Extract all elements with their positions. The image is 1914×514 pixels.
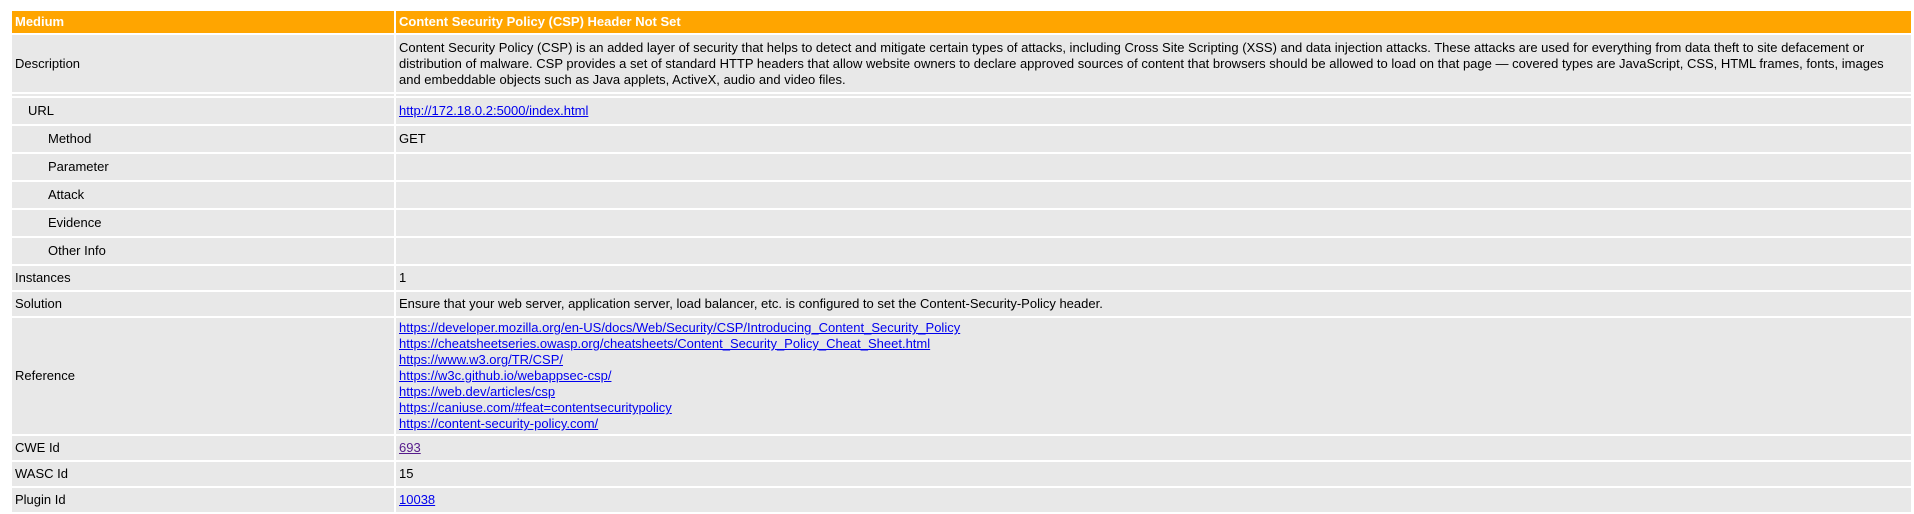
evidence-row: Evidence: [12, 210, 1911, 236]
attack-label: Attack: [12, 182, 394, 208]
method-label: Method: [12, 126, 394, 152]
instances-value: 1: [396, 266, 1911, 290]
plugin-label: Plugin Id: [12, 488, 394, 512]
risk-level: Medium: [12, 11, 394, 33]
reference-link[interactable]: https://w3c.github.io/webappsec-csp/: [399, 368, 1908, 384]
other-info-label: Other Info: [12, 238, 394, 264]
url-link[interactable]: http://172.18.0.2:5000/index.html: [399, 103, 588, 118]
other-info-value: [396, 238, 1911, 264]
solution-label: Solution: [12, 292, 394, 316]
reference-link[interactable]: https://www.w3.org/TR/CSP/: [399, 352, 1908, 368]
reference-link[interactable]: https://content-security-policy.com/: [399, 416, 1908, 432]
reference-link[interactable]: https://developer.mozilla.org/en-US/docs…: [399, 320, 1908, 336]
solution-text: Ensure that your web server, application…: [396, 292, 1911, 316]
plugin-row: Plugin Id 10038: [12, 488, 1911, 512]
instances-row: Instances 1: [12, 266, 1911, 290]
spacer-cell-right: [396, 94, 1911, 96]
description-label: Description: [12, 35, 394, 92]
description-row: Description Content Security Policy (CSP…: [12, 35, 1911, 92]
plugin-cell: 10038: [396, 488, 1911, 512]
alert-details-table: Medium Content Security Policy (CSP) Hea…: [10, 9, 1913, 514]
cwe-cell: 693: [396, 436, 1911, 460]
other-info-row: Other Info: [12, 238, 1911, 264]
evidence-label: Evidence: [12, 210, 394, 236]
method-value: GET: [396, 126, 1911, 152]
url-label: URL: [12, 98, 394, 124]
cwe-row: CWE Id 693: [12, 436, 1911, 460]
wasc-value: 15: [396, 462, 1911, 486]
parameter-label: Parameter: [12, 154, 394, 180]
method-row: Method GET: [12, 126, 1911, 152]
parameter-row: Parameter: [12, 154, 1911, 180]
attack-value: [396, 182, 1911, 208]
solution-row: Solution Ensure that your web server, ap…: [12, 292, 1911, 316]
alert-header-row: Medium Content Security Policy (CSP) Hea…: [12, 11, 1911, 33]
instances-label: Instances: [12, 266, 394, 290]
reference-link[interactable]: https://web.dev/articles/csp: [399, 384, 1908, 400]
cwe-link[interactable]: 693: [399, 440, 421, 455]
reference-links: https://developer.mozilla.org/en-US/docs…: [396, 318, 1911, 434]
description-text: Content Security Policy (CSP) is an adde…: [396, 35, 1911, 92]
evidence-value: [396, 210, 1911, 236]
reference-label: Reference: [12, 318, 394, 434]
reference-row: Reference https://developer.mozilla.org/…: [12, 318, 1911, 434]
attack-row: Attack: [12, 182, 1911, 208]
parameter-value: [396, 154, 1911, 180]
url-cell: http://172.18.0.2:5000/index.html: [396, 98, 1911, 124]
alert-name: Content Security Policy (CSP) Header Not…: [396, 11, 1911, 33]
cwe-label: CWE Id: [12, 436, 394, 460]
plugin-link[interactable]: 10038: [399, 492, 435, 507]
reference-link[interactable]: https://cheatsheetseries.owasp.org/cheat…: [399, 336, 1908, 352]
url-row: URL http://172.18.0.2:5000/index.html: [12, 98, 1911, 124]
spacer-cell-left: [12, 94, 394, 96]
spacer-row: [12, 94, 1911, 96]
reference-link[interactable]: https://caniuse.com/#feat=contentsecurit…: [399, 400, 1908, 416]
wasc-row: WASC Id 15: [12, 462, 1911, 486]
wasc-label: WASC Id: [12, 462, 394, 486]
